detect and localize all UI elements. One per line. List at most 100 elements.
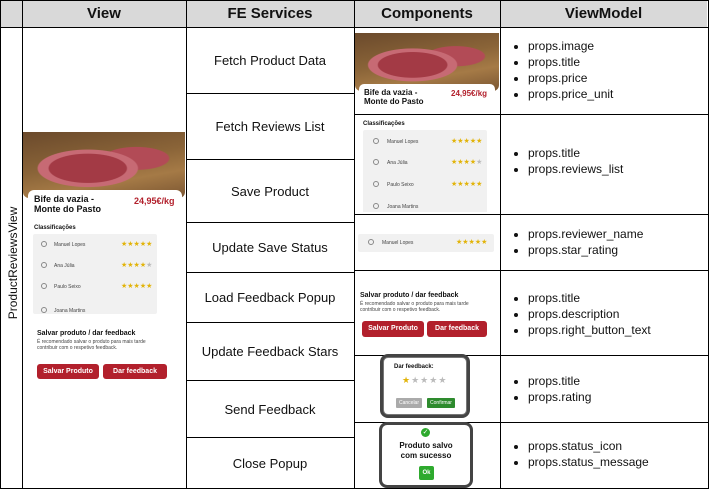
star-icon[interactable]: ★: [429, 375, 438, 385]
service-update-save-status: Update Save Status: [212, 240, 328, 255]
viewmodel-prop: props.status_message: [528, 454, 705, 470]
feedback-description-line2: contribuir com o respetivo feedback.: [37, 345, 118, 351]
viewmodel-feedback-section: props.title props.description props.righ…: [510, 290, 705, 338]
grid-line: [354, 214, 709, 215]
product-title-line2: Monte do Pasto: [364, 97, 424, 106]
viewmodel-prop: props.title: [528, 290, 705, 306]
viewmodel-status-popup: props.status_icon props.status_message: [510, 438, 705, 470]
component-product-header: Bife da vazia - Monte do Pasto 24,95€/kg: [355, 30, 499, 112]
viewmodel-reviews-list: props.title props.reviews_list: [510, 145, 705, 177]
cancel-button[interactable]: Cancelar: [396, 398, 422, 408]
grid-line: [354, 355, 709, 356]
review-row: Manuel Lopes ★★★★★: [363, 135, 487, 149]
star-rating: ★★★★★: [121, 241, 153, 248]
save-product-button[interactable]: Salvar Produto: [362, 321, 424, 337]
header-view: View: [22, 1, 186, 27]
reviewer-name: Manuel Lopes: [382, 240, 414, 246]
view-mockup: Bife da vazia - Monte do Pasto 24,95€/kg…: [23, 128, 185, 386]
product-price: 24,95€/kg: [451, 89, 488, 98]
star-rating: ★★★★★: [121, 283, 153, 290]
product-image: [23, 132, 185, 198]
product-title: Bife da vazia - Monte do Pasto: [364, 88, 424, 106]
service-update-feedback-stars: Update Feedback Stars: [201, 344, 339, 359]
service-load-feedback-popup: Load Feedback Popup: [204, 290, 336, 305]
save-product-button[interactable]: Salvar Produto: [37, 364, 99, 379]
reviews-title: Classificações: [363, 121, 405, 127]
viewmodel-prop: props.title: [528, 373, 705, 389]
rating-stars[interactable]: ★★★★★: [402, 375, 447, 386]
viewmodel-prop: props.reviewer_name: [528, 226, 705, 242]
reviewer-name: Ana Júlia: [54, 263, 75, 269]
grid-line: [354, 422, 709, 423]
viewmodel-prop: props.price: [528, 70, 705, 86]
star-rating: ★★★★★: [451, 159, 483, 166]
header-fe-services: FE Services: [186, 1, 354, 27]
feedback-title: Salvar produto / dar feedback: [360, 292, 459, 299]
ok-button[interactable]: Ok: [419, 466, 434, 480]
component-review-row: Manuel Lopes ★★★★★: [358, 234, 494, 252]
review-row: Joana Martins: [33, 304, 157, 314]
grid-line: [500, 0, 501, 489]
viewmodel-prop: props.reviews_list: [528, 161, 705, 177]
star-icon[interactable]: ★: [402, 375, 411, 385]
feedback-description-line2: contribuir com o respetivo feedback.: [360, 307, 441, 313]
star-icon[interactable]: ★: [420, 375, 429, 385]
user-icon: [368, 239, 374, 245]
user-icon: [373, 181, 379, 187]
viewmodel-review-row: props.reviewer_name props.star_rating: [510, 226, 705, 258]
viewmodel-prop: props.description: [528, 306, 705, 322]
header-viewmodel: ViewModel: [500, 1, 707, 27]
reviewer-name: Manuel Lopes: [387, 139, 419, 145]
user-icon: [41, 307, 47, 313]
status-message-line2: com sucesso: [400, 451, 452, 460]
review-row: Manuel Lopes ★★★★★: [33, 238, 157, 252]
reviewer-name: Paulo Seixo: [54, 284, 81, 290]
viewmodel-prop: props.star_rating: [528, 242, 705, 258]
product-info-card: Bife da vazia - Monte do Pasto 24,95€/kg: [359, 84, 495, 110]
view-name-label: ProductReviewsView: [6, 206, 20, 320]
component-rating-popup: Dar feedback: ★★★★★ Cancelar Confirmar: [383, 357, 467, 415]
grid-line: [354, 114, 709, 115]
viewmodel-prop: props.title: [528, 145, 705, 161]
component-status-popup: ✓ Produto salvo com sucesso Ok: [382, 425, 470, 485]
reviews-title: Classificações: [34, 225, 76, 231]
reviewer-name: Joana Martins: [54, 308, 86, 314]
user-icon: [41, 241, 47, 247]
confirm-button[interactable]: Confirmar: [427, 398, 455, 408]
viewmodel-rating-popup: props.title props.rating: [510, 373, 705, 405]
service-fetch-reviews-list: Fetch Reviews List: [215, 119, 325, 134]
give-feedback-button[interactable]: Dar feedback: [427, 321, 487, 337]
product-price: 24,95€/kg: [134, 196, 175, 206]
user-icon: [373, 159, 379, 165]
give-feedback-button[interactable]: Dar feedback: [103, 364, 167, 379]
feedback-section: Salvar produto / dar feedback É recomend…: [37, 330, 183, 351]
product-title-line1: Bife da vazia -: [364, 88, 418, 97]
service-close-popup: Close Popup: [232, 455, 308, 471]
review-row: Paulo Seixo ★★★★★: [33, 280, 157, 294]
reviews-list: Manuel Lopes ★★★★★ Ana Júlia ★★★★★ Paulo…: [33, 234, 157, 314]
grid-line: [0, 0, 1, 489]
product-title: Bife da vazia - Monte do Pasto: [34, 194, 101, 214]
component-feedback-section: Salvar produto / dar feedback É recomend…: [360, 292, 500, 340]
user-icon: [373, 203, 379, 209]
review-row: Ana Júlia ★★★★★: [363, 156, 487, 170]
reviewer-name: Manuel Lopes: [54, 242, 86, 248]
star-icon[interactable]: ★: [411, 375, 420, 385]
star-rating: ★★★★★: [121, 262, 153, 269]
star-icon[interactable]: ★: [438, 375, 447, 385]
grid-line: [354, 270, 709, 271]
product-image: [355, 33, 499, 91]
status-message-line1: Produto salvo: [399, 441, 453, 450]
reviewer-name: Paulo Seixo: [387, 182, 414, 188]
user-icon: [41, 283, 47, 289]
user-icon: [41, 262, 47, 268]
product-title-line2: Monte do Pasto: [34, 204, 101, 214]
service-send-feedback: Send Feedback: [224, 401, 316, 417]
service-save-product: Save Product: [230, 183, 310, 199]
viewmodel-prop: props.price_unit: [528, 86, 705, 102]
reviewer-name: Joana Martins: [387, 204, 419, 210]
star-rating: ★★★★★: [451, 138, 483, 145]
viewmodel-prop: props.title: [528, 54, 705, 70]
status-message: Produto salvo com sucesso: [382, 441, 470, 461]
star-rating: ★★★★★: [456, 239, 488, 246]
